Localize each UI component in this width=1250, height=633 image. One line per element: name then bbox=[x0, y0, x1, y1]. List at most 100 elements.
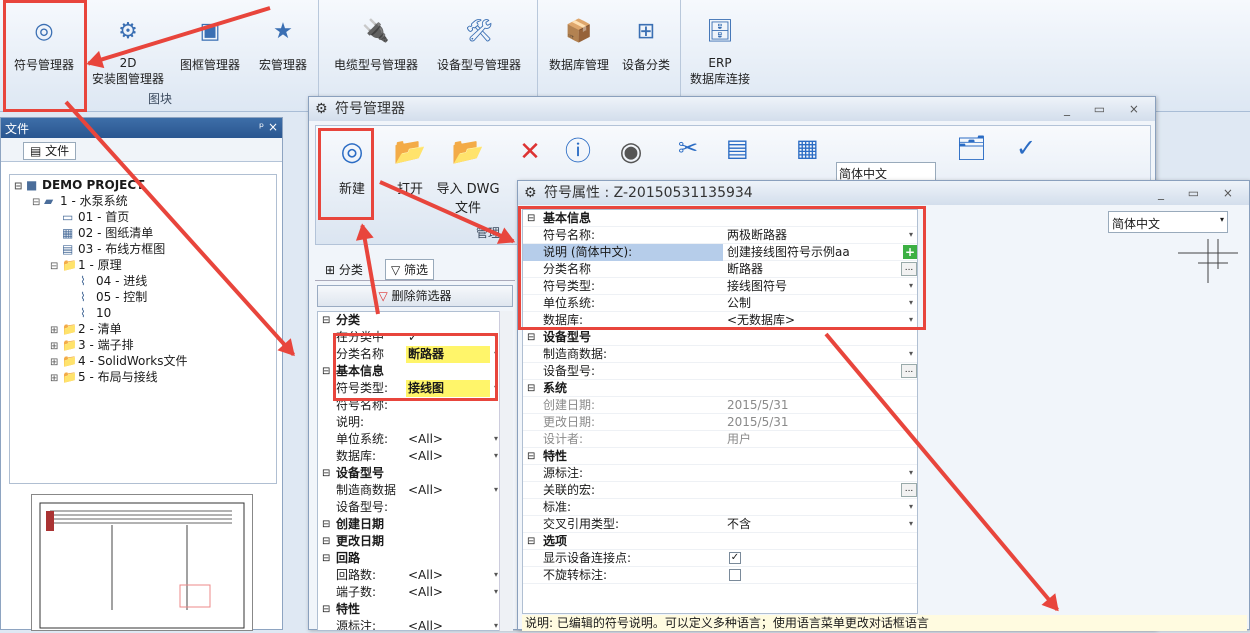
collapse-icon[interactable]: ⊟ bbox=[322, 465, 330, 482]
ellipsis-button[interactable]: ... bbox=[901, 364, 917, 378]
tree-item[interactable]: ⊞ 📁5 - 布局与接线 bbox=[10, 369, 276, 385]
classification-tree-button[interactable]: ⊞ 设备分类 bbox=[616, 6, 676, 73]
2d-layout-button[interactable]: ⚙ 2D 安装图管理器 bbox=[86, 6, 170, 87]
property-section[interactable]: ⊟ 设备型号 bbox=[523, 329, 917, 346]
tree-item[interactable]: ⊞ 📁4 - SolidWorks文件 bbox=[10, 353, 276, 369]
filter-section[interactable]: ⊟ 分类 bbox=[318, 312, 504, 329]
property-row[interactable]: 关联的宏:... bbox=[523, 482, 917, 499]
filter-scrollbar[interactable] bbox=[499, 311, 513, 631]
property-section[interactable]: ⊟ 系统 bbox=[523, 380, 917, 397]
tree-item[interactable]: ⌇ 04 - 进线 bbox=[10, 273, 276, 289]
filter-row-value[interactable]: <All> bbox=[406, 482, 490, 499]
toolbar-extra-icon[interactable]: ✓ bbox=[1016, 134, 1036, 162]
tree-item[interactable]: ⊞ 📁3 - 端子排 bbox=[10, 337, 276, 353]
filter-row[interactable]: 说明: bbox=[318, 414, 504, 431]
window-controls[interactable]: _ ▭ × bbox=[1064, 97, 1149, 121]
database-box-button[interactable]: 📦 数据库管理 bbox=[542, 6, 616, 73]
property-row[interactable]: 显示设备连接点: ✓ bbox=[523, 550, 917, 567]
dropdown-arrow-icon[interactable]: ▾ bbox=[905, 347, 917, 361]
collapse-icon[interactable]: ⊟ bbox=[527, 533, 535, 550]
filter-section[interactable]: ⊟ 设备型号 bbox=[318, 465, 504, 482]
filter-row[interactable]: 回路数: <All> ▾ bbox=[318, 567, 504, 584]
filter-row-value[interactable]: <All> bbox=[406, 584, 490, 601]
filter-section[interactable]: ⊟ 更改日期 bbox=[318, 533, 504, 550]
property-value[interactable]: 2015/5/31 bbox=[727, 414, 789, 431]
tree-item[interactable]: ⊟ 📁1 - 原理 bbox=[10, 257, 276, 273]
tree-item[interactable]: ⌇ 10 bbox=[10, 305, 276, 321]
toolbar-extra-icon[interactable]: ▤ bbox=[726, 134, 749, 162]
tree-item[interactable]: ⊟ ▰ 1 - 水泵系统 bbox=[10, 193, 276, 209]
property-value[interactable]: 2015/5/31 bbox=[727, 397, 789, 414]
book-icon: ▰ bbox=[44, 194, 54, 208]
expand-toggle-icon[interactable]: ⊞ bbox=[50, 371, 62, 387]
collapse-icon[interactable]: ⊟ bbox=[322, 363, 330, 380]
expand-toggle-icon[interactable]: ⊟ bbox=[14, 179, 26, 195]
properties-language-select[interactable]: 简体中文 ▾ bbox=[1108, 211, 1228, 233]
ellipsis-button[interactable]: ... bbox=[901, 483, 917, 497]
filter-row-value[interactable]: <All> bbox=[406, 431, 490, 448]
property-section[interactable]: ⊟ 选项 bbox=[523, 533, 917, 550]
filter-row[interactable]: 单位系统: <All> ▾ bbox=[318, 431, 504, 448]
property-value[interactable]: 用户 bbox=[727, 431, 751, 448]
checkbox-checked[interactable]: ✓ bbox=[729, 552, 741, 564]
toolbar-extra-icon[interactable]: ✂ bbox=[678, 134, 698, 162]
collapse-icon[interactable]: ⊟ bbox=[322, 516, 330, 533]
property-row[interactable]: 创建日期: 2015/5/31 bbox=[523, 397, 917, 414]
property-row[interactable]: 设计者: 用户 bbox=[523, 431, 917, 448]
checkbox-unchecked[interactable] bbox=[729, 569, 741, 581]
tab-files[interactable]: ▤ 文件 bbox=[23, 142, 77, 160]
filter-section[interactable]: ⊟ 特性 bbox=[318, 601, 504, 618]
collapse-icon[interactable]: ⊟ bbox=[322, 550, 330, 567]
property-row[interactable]: 不旋转标注: bbox=[523, 567, 917, 584]
property-row[interactable]: 更改日期: 2015/5/31 bbox=[523, 414, 917, 431]
tree-item[interactable]: ▭ 01 - 首页 bbox=[10, 209, 276, 225]
tree-item[interactable]: ⊞ 📁2 - 清单 bbox=[10, 321, 276, 337]
dropdown-arrow-icon[interactable]: ▾ bbox=[905, 500, 917, 514]
collapse-icon[interactable]: ⊟ bbox=[527, 448, 535, 465]
macro-star-button[interactable]: ★ 宏管理器 bbox=[250, 6, 316, 73]
properties-window-controls[interactable]: _ ▭ × bbox=[1158, 181, 1243, 205]
tab-filter[interactable]: ▽ 筛选 bbox=[385, 259, 435, 280]
expand-toggle-icon[interactable]: ⊟ bbox=[32, 195, 44, 211]
property-row[interactable]: 交叉引用类型: 不含 ▾ bbox=[523, 516, 917, 533]
tree-item[interactable]: ▦ 02 - 图纸清单 bbox=[10, 225, 276, 241]
delete-x-button[interactable]: ✕ bbox=[508, 132, 552, 172]
filter-row[interactable]: 设备型号: bbox=[318, 499, 504, 516]
import-dwg-button[interactable]: 📂 导入 DWG 文件 bbox=[434, 132, 502, 216]
toolbar-extra-icon[interactable]: 🗂 bbox=[956, 134, 986, 162]
property-row[interactable]: 制造商数据: ▾ bbox=[523, 346, 917, 363]
filter-row[interactable]: 数据库: <All> ▾ bbox=[318, 448, 504, 465]
property-row[interactable]: 源标注: ▾ bbox=[523, 465, 917, 482]
filter-section[interactable]: ⊟ 创建日期 bbox=[318, 516, 504, 533]
filter-row-value[interactable]: <All> bbox=[406, 618, 490, 630]
erp-database-button[interactable]: 🗄 ERP 数据库连接 bbox=[682, 6, 758, 87]
property-section[interactable]: ⊟ 特性 bbox=[523, 448, 917, 465]
collapse-icon[interactable]: ⊟ bbox=[527, 329, 535, 346]
collapse-icon[interactable]: ⊟ bbox=[322, 533, 330, 550]
ribbon-button-label: 数据库管理 bbox=[548, 58, 609, 72]
cable-button[interactable]: 🔌 电缆型号管理器 bbox=[326, 6, 426, 73]
info-button[interactable]: ⓘ bbox=[556, 132, 600, 172]
filter-row[interactable]: 源标注: <All> ▾ bbox=[318, 618, 504, 630]
tab-classification[interactable]: ⊞ 分类 bbox=[325, 261, 363, 278]
symbol-preview-button[interactable]: ◉ bbox=[606, 132, 656, 172]
tree-item[interactable]: ▤ 03 - 布线方框图 bbox=[10, 241, 276, 257]
filter-row-value[interactable]: <All> bbox=[406, 448, 490, 465]
dropdown-arrow-icon[interactable]: ▾ bbox=[905, 466, 917, 480]
clear-filter-button[interactable]: ▽ 删除筛选器 bbox=[317, 285, 513, 307]
property-value[interactable]: 不含 bbox=[727, 516, 751, 533]
toolbar-extra-icon[interactable]: ▦ bbox=[796, 134, 819, 162]
manager-language-select[interactable]: 简体中文 bbox=[836, 162, 936, 182]
property-row[interactable]: 标准: ▾ bbox=[523, 499, 917, 516]
device-tools-button[interactable]: 🛠 设备型号管理器 bbox=[428, 6, 530, 73]
collapse-icon[interactable]: ⊟ bbox=[527, 380, 535, 397]
expand-toggle-icon[interactable]: ⊟ bbox=[50, 259, 62, 275]
pin-close-icon[interactable]: ᵖ × bbox=[259, 120, 278, 134]
collapse-icon[interactable]: ⊟ bbox=[322, 601, 330, 618]
collapse-icon[interactable]: ⊟ bbox=[322, 312, 330, 329]
filter-row[interactable]: 端子数: <All> ▾ bbox=[318, 584, 504, 601]
filter-row[interactable]: 制造商数据 <All> ▾ bbox=[318, 482, 504, 499]
filter-section[interactable]: ⊟ 回路 bbox=[318, 550, 504, 567]
filter-row-value[interactable]: <All> bbox=[406, 567, 490, 584]
dropdown-arrow-icon[interactable]: ▾ bbox=[905, 517, 917, 531]
